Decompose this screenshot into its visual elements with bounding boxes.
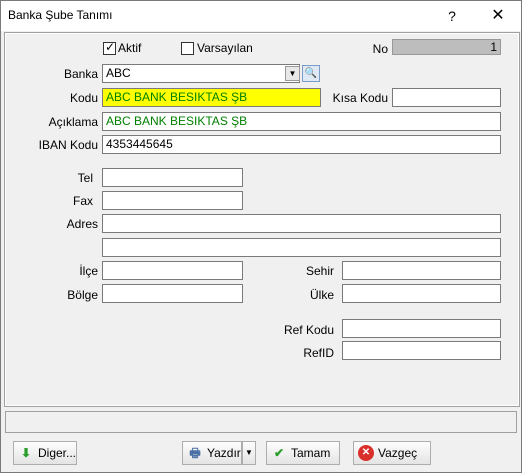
chevron-down-icon: ▼ (288, 69, 297, 78)
tamam-button[interactable]: ✔ Tamam (266, 441, 340, 465)
cancel-icon: ✕ (358, 445, 374, 461)
search-icon: 🔍 (304, 68, 318, 79)
iban-input[interactable]: 4353445645 (102, 135, 501, 154)
banka-select[interactable]: ABC (102, 64, 300, 83)
kodu-input[interactable]: ABC BANK BESIKTAS ŞB (102, 88, 321, 107)
no-label: No (372, 42, 388, 56)
kisa-kodu-label: Kısa Kodu (332, 91, 388, 105)
kodu-label-text: Kodu (69, 91, 98, 105)
yazdir-button[interactable]: 🖶 Yazdır (182, 441, 242, 465)
diger-label: Diger... (37, 446, 76, 460)
fax-label: Fax (72, 194, 93, 208)
diger-button[interactable]: ⬇ Diger... (13, 441, 77, 465)
chevron-down-icon: ▼ (245, 448, 253, 457)
status-bar (5, 411, 517, 433)
window-title: Banka Şube Tanımı (8, 8, 113, 22)
ref-kodu-label: Ref Kodu (283, 323, 334, 337)
varsayilan-checkbox[interactable] (181, 42, 194, 55)
yazdir-dropdown-button[interactable]: ▼ (242, 441, 256, 465)
fax-input[interactable] (102, 191, 243, 210)
adres-line1-input[interactable] (102, 214, 501, 233)
dialog-window: Banka Şube Tanımı ? ✕ ✓ Aktif Varsayılan… (0, 0, 522, 473)
arrow-down-icon: ⬇ (20, 446, 32, 460)
aciklama-input[interactable]: ABC BANK BESIKTAS ŞB (102, 112, 501, 131)
vazgec-button[interactable]: ✕ Vazgeç (353, 441, 431, 465)
ilce-label: İlçe (79, 264, 98, 278)
banka-lookup-button[interactable]: 🔍 (302, 65, 320, 82)
refid-input[interactable] (342, 341, 501, 360)
close-button[interactable]: ✕ (475, 1, 521, 31)
no-field: 1 (392, 39, 501, 55)
banka-value: ABC (106, 66, 131, 80)
print-preview-icon: 🖶 (189, 446, 201, 460)
refid-label: RefID (303, 346, 334, 360)
iban-label: IBAN Kodu (38, 138, 98, 152)
help-button[interactable]: ? (429, 1, 475, 31)
tel-input[interactable] (102, 168, 243, 187)
sehir-label: Sehir (305, 264, 334, 278)
yazdir-label: Yazdır (207, 446, 241, 460)
ulke-input[interactable] (342, 284, 501, 303)
sehir-input[interactable] (342, 261, 501, 280)
adres-line2-input[interactable] (102, 238, 501, 257)
banka-dropdown-button[interactable]: ▼ (285, 66, 300, 81)
varsayilan-label: Varsayılan (197, 41, 253, 55)
ref-kodu-input[interactable] (342, 319, 501, 338)
kodu-label: Kodu (26, 91, 98, 105)
tamam-label: Tamam (291, 446, 331, 460)
tel-label: Tel (77, 171, 93, 185)
ulke-label: Ülke (309, 288, 334, 302)
aktif-checkbox[interactable]: ✓ (103, 40, 116, 55)
aktif-label: Aktif (118, 41, 142, 55)
aciklama-label: Açıklama (48, 115, 98, 129)
banka-label: Banka (63, 67, 98, 81)
kisa-kodu-input[interactable] (392, 88, 501, 107)
checkmark-icon: ✔ (273, 446, 285, 460)
title-bar: Banka Şube Tanımı ? ✕ (1, 1, 521, 31)
bolge-label: Bölge (67, 288, 98, 302)
bolge-input[interactable] (102, 284, 243, 303)
check-icon: ✓ (105, 40, 116, 54)
vazgec-label: Vazgeç (378, 446, 418, 460)
adres-label: Adres (66, 217, 98, 231)
form-panel: ✓ Aktif Varsayılan No 1 Banka ABC ▼ 🔍 Ko… (4, 32, 520, 407)
ilce-input[interactable] (102, 261, 243, 280)
